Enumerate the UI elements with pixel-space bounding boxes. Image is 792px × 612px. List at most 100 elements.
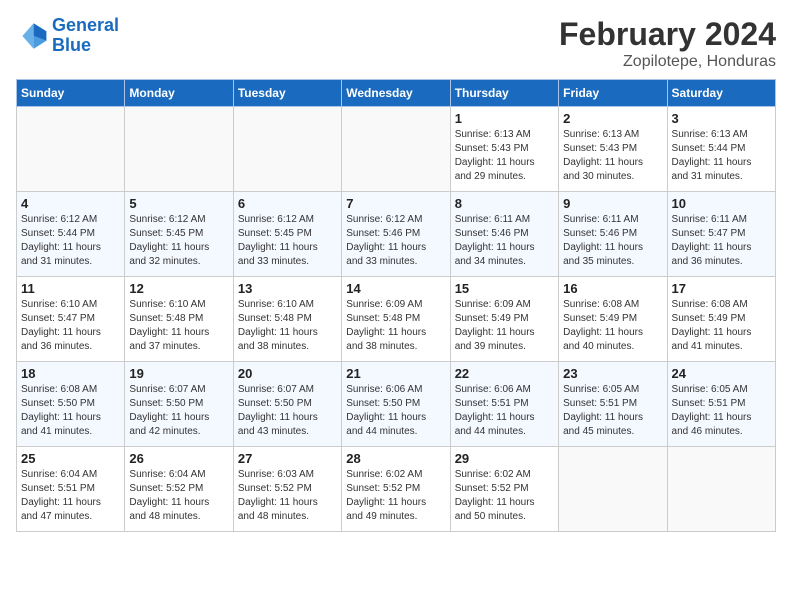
week-row-1: 1 Sunrise: 6:13 AM Sunset: 5:43 PM Daylig… — [17, 107, 776, 192]
calendar-cell: 5 Sunrise: 6:12 AM Sunset: 5:45 PM Daylig… — [125, 192, 233, 277]
column-header-friday: Friday — [559, 80, 667, 107]
calendar-cell — [342, 107, 450, 192]
day-number: 2 — [563, 111, 662, 126]
column-header-monday: Monday — [125, 80, 233, 107]
week-row-4: 18Sunrise: 6:08 AM Sunset: 5:50 PM Dayli… — [17, 362, 776, 447]
calendar-cell: 1Sunrise: 6:13 AM Sunset: 5:43 PM Daylig… — [450, 107, 558, 192]
day-info: Sunrise: 6:04 AM Sunset: 5:51 PM Dayligh… — [21, 468, 120, 524]
day-info: Sunrise: 6:08 AM Sunset: 5:49 PM Dayligh… — [563, 298, 662, 354]
calendar-cell: 28Sunrise: 6:02 AM Sunset: 5:52 PM Dayli… — [342, 447, 450, 532]
calendar-cell: 2 Sunrise: 6:13 AM Sunset: 5:43 PM Daylig… — [559, 107, 667, 192]
calendar-cell: 21Sunrise: 6:06 AM Sunset: 5:50 PM Dayli… — [342, 362, 450, 447]
day-number: 11 — [21, 281, 120, 296]
calendar-cell: 17Sunrise: 6:08 AM Sunset: 5:49 PM Dayli… — [667, 277, 775, 362]
day-info: Sunrise: 6:12 AM Sunset: 5:46 PM Dayligh… — [346, 213, 445, 269]
day-info: Sunrise: 6:12 AM Sunset: 5:45 PM Dayligh… — [129, 213, 228, 269]
calendar-cell: 29Sunrise: 6:02 AM Sunset: 5:52 PM Dayli… — [450, 447, 558, 532]
calendar-cell — [17, 107, 125, 192]
day-info: Sunrise: 6:13 AM Sunset: 5:44 PM Dayligh… — [672, 128, 771, 184]
day-info: Sunrise: 6:11 AM Sunset: 5:46 PM Dayligh… — [563, 213, 662, 269]
calendar-cell: 27 Sunrise: 6:03 AM Sunset: 5:52 PM Dayli… — [233, 447, 341, 532]
column-header-sunday: Sunday — [17, 80, 125, 107]
day-info: Sunrise: 6:02 AM Sunset: 5:52 PM Dayligh… — [455, 468, 554, 524]
calendar-table: SundayMondayTuesdayWednesdayThursdayFrid… — [16, 79, 776, 532]
day-info: Sunrise: 6:09 AM Sunset: 5:49 PM Dayligh… — [455, 298, 554, 354]
day-info: Sunrise: 6:02 AM Sunset: 5:52 PM Dayligh… — [346, 468, 445, 524]
day-number: 19 — [129, 366, 228, 381]
day-info: Sunrise: 6:07 AM Sunset: 5:50 PM Dayligh… — [238, 383, 337, 439]
calendar-cell: 20 Sunrise: 6:07 AM Sunset: 5:50 PM Dayli… — [233, 362, 341, 447]
day-info: Sunrise: 6:10 AM Sunset: 5:48 PM Dayligh… — [129, 298, 228, 354]
calendar-subtitle: Zopilotepe, Honduras — [559, 53, 776, 71]
calendar-cell: 14Sunrise: 6:09 AM Sunset: 5:48 PM Dayli… — [342, 277, 450, 362]
calendar-cell: 24 Sunrise: 6:05 AM Sunset: 5:51 PM Dayli… — [667, 362, 775, 447]
day-number: 21 — [346, 366, 445, 381]
calendar-header: SundayMondayTuesdayWednesdayThursdayFrid… — [17, 80, 776, 107]
week-row-2: 4Sunrise: 6:12 AM Sunset: 5:44 PM Daylig… — [17, 192, 776, 277]
day-info: Sunrise: 6:10 AM Sunset: 5:48 PM Dayligh… — [238, 298, 337, 354]
calendar-cell — [125, 107, 233, 192]
day-number: 1 — [455, 111, 554, 126]
day-number: 27 — [238, 451, 337, 466]
calendar-cell: 4Sunrise: 6:12 AM Sunset: 5:44 PM Daylig… — [17, 192, 125, 277]
column-header-tuesday: Tuesday — [233, 80, 341, 107]
calendar-cell — [233, 107, 341, 192]
day-info: Sunrise: 6:08 AM Sunset: 5:50 PM Dayligh… — [21, 383, 120, 439]
day-info: Sunrise: 6:13 AM Sunset: 5:43 PM Dayligh… — [563, 128, 662, 184]
day-info: Sunrise: 6:07 AM Sunset: 5:50 PM Dayligh… — [129, 383, 228, 439]
day-info: Sunrise: 6:11 AM Sunset: 5:47 PM Dayligh… — [672, 213, 771, 269]
calendar-cell: 16Sunrise: 6:08 AM Sunset: 5:49 PM Dayli… — [559, 277, 667, 362]
title-block: February 2024 Zopilotepe, Honduras — [559, 16, 776, 71]
calendar-cell: 23 Sunrise: 6:05 AM Sunset: 5:51 PM Dayli… — [559, 362, 667, 447]
day-info: Sunrise: 6:06 AM Sunset: 5:51 PM Dayligh… — [455, 383, 554, 439]
calendar-cell: 15 Sunrise: 6:09 AM Sunset: 5:49 PM Dayli… — [450, 277, 558, 362]
calendar-cell — [667, 447, 775, 532]
day-number: 12 — [129, 281, 228, 296]
week-row-5: 25 Sunrise: 6:04 AM Sunset: 5:51 PM Dayli… — [17, 447, 776, 532]
day-info: Sunrise: 6:04 AM Sunset: 5:52 PM Dayligh… — [129, 468, 228, 524]
calendar-cell: 11 Sunrise: 6:10 AM Sunset: 5:47 PM Dayli… — [17, 277, 125, 362]
day-number: 26 — [129, 451, 228, 466]
calendar-cell: 10 Sunrise: 6:11 AM Sunset: 5:47 PM Dayli… — [667, 192, 775, 277]
calendar-cell: 3 Sunrise: 6:13 AM Sunset: 5:44 PM Daylig… — [667, 107, 775, 192]
day-info: Sunrise: 6:03 AM Sunset: 5:52 PM Dayligh… — [238, 468, 337, 524]
calendar-cell: 25 Sunrise: 6:04 AM Sunset: 5:51 PM Dayli… — [17, 447, 125, 532]
calendar-cell: 12 Sunrise: 6:10 AM Sunset: 5:48 PM Dayli… — [125, 277, 233, 362]
day-number: 13 — [238, 281, 337, 296]
column-header-thursday: Thursday — [450, 80, 558, 107]
week-row-3: 11 Sunrise: 6:10 AM Sunset: 5:47 PM Dayli… — [17, 277, 776, 362]
day-info: Sunrise: 6:11 AM Sunset: 5:46 PM Dayligh… — [455, 213, 554, 269]
day-number: 4 — [21, 196, 120, 211]
day-number: 24 — [672, 366, 771, 381]
calendar-title: February 2024 — [559, 16, 776, 53]
day-info: Sunrise: 6:05 AM Sunset: 5:51 PM Dayligh… — [672, 383, 771, 439]
day-info: Sunrise: 6:12 AM Sunset: 5:45 PM Dayligh… — [238, 213, 337, 269]
calendar-cell: 8 Sunrise: 6:11 AM Sunset: 5:46 PM Daylig… — [450, 192, 558, 277]
column-header-wednesday: Wednesday — [342, 80, 450, 107]
logo-text: General Blue — [52, 16, 119, 56]
calendar-cell: 26 Sunrise: 6:04 AM Sunset: 5:52 PM Dayli… — [125, 447, 233, 532]
day-number: 15 — [455, 281, 554, 296]
day-number: 3 — [672, 111, 771, 126]
day-number: 22 — [455, 366, 554, 381]
day-number: 17 — [672, 281, 771, 296]
calendar-cell: 18Sunrise: 6:08 AM Sunset: 5:50 PM Dayli… — [17, 362, 125, 447]
day-number: 20 — [238, 366, 337, 381]
day-info: Sunrise: 6:05 AM Sunset: 5:51 PM Dayligh… — [563, 383, 662, 439]
day-number: 7 — [346, 196, 445, 211]
day-number: 8 — [455, 196, 554, 211]
calendar-cell — [559, 447, 667, 532]
calendar-cell: 19 Sunrise: 6:07 AM Sunset: 5:50 PM Dayli… — [125, 362, 233, 447]
calendar-cell: 7 Sunrise: 6:12 AM Sunset: 5:46 PM Daylig… — [342, 192, 450, 277]
calendar-cell: 6Sunrise: 6:12 AM Sunset: 5:45 PM Daylig… — [233, 192, 341, 277]
day-info: Sunrise: 6:10 AM Sunset: 5:47 PM Dayligh… — [21, 298, 120, 354]
column-header-saturday: Saturday — [667, 80, 775, 107]
day-info: Sunrise: 6:09 AM Sunset: 5:48 PM Dayligh… — [346, 298, 445, 354]
logo-icon — [16, 20, 48, 52]
logo: General Blue — [16, 16, 119, 56]
day-number: 5 — [129, 196, 228, 211]
calendar-body: 1 Sunrise: 6:13 AM Sunset: 5:43 PM Daylig… — [17, 107, 776, 532]
day-number: 10 — [672, 196, 771, 211]
day-number: 25 — [21, 451, 120, 466]
day-number: 23 — [563, 366, 662, 381]
